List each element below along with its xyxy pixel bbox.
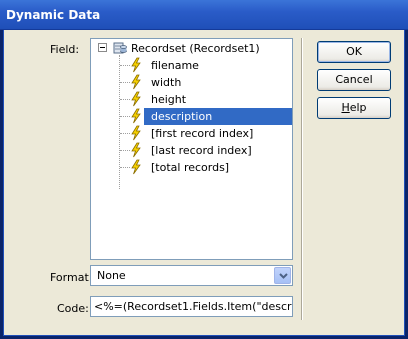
tree-item-height[interactable]: height [91,91,292,108]
format-label: Format: [50,271,93,284]
database-icon [113,42,127,54]
lightning-bolt-icon [131,108,141,124]
format-select[interactable]: None [90,265,293,286]
recordset-label: Recordset (Recordset1) [131,42,260,55]
chevron-down-icon [279,273,288,279]
vertical-divider [301,38,303,320]
ok-button[interactable]: OK [317,41,391,63]
help-button[interactable]: Help [317,97,391,119]
help-mnemonic: H [341,101,350,114]
tree-item-label: [total records] [151,161,230,174]
tree-item-total-records[interactable]: [total records] [91,159,292,176]
tree-item-first-record-index[interactable]: [first record index] [91,125,292,142]
window-title: Dynamic Data [6,8,101,22]
lightning-bolt-icon [131,57,141,73]
dropdown-button[interactable] [274,267,291,284]
tree-item-label: height [151,93,187,106]
code-label: Code: [57,302,89,315]
code-field[interactable]: <%=(Recordset1.Fields.Item("description [90,296,293,317]
tree-item-filename[interactable]: filename [91,57,292,74]
tree-item-description[interactable]: description [91,108,292,125]
lightning-bolt-icon [131,74,141,90]
lightning-bolt-icon [131,91,141,107]
title-bar[interactable]: Dynamic Data [0,0,408,30]
tree-item-width[interactable]: width [91,74,292,91]
lightning-bolt-icon [131,159,141,175]
field-label: Field: [50,43,80,56]
collapse-icon[interactable] [98,43,107,52]
code-value: <%=(Recordset1.Fields.Item("description [94,300,293,313]
dynamic-data-dialog: Dynamic Data Field: Recordset (Recordset… [0,0,408,339]
lightning-bolt-icon [131,142,141,158]
cancel-button[interactable]: Cancel [317,69,391,91]
tree-item-label: filename [151,59,199,72]
tree-item-last-record-index[interactable]: [last record index] [91,142,292,159]
tree-item-label: description [151,110,213,123]
tree-root-recordset[interactable]: Recordset (Recordset1) [91,40,292,57]
tree-item-label: width [151,76,182,89]
dialog-body: Field: Recordset (Recordset1) filename wi… [3,30,405,336]
lightning-bolt-icon [131,125,141,141]
help-label-rest: elp [349,101,367,114]
format-value: None [97,269,126,282]
field-tree[interactable]: Recordset (Recordset1) filename width heig… [90,38,293,260]
tree-item-label: [last record index] [151,144,252,157]
tree-item-label: [first record index] [151,127,254,140]
